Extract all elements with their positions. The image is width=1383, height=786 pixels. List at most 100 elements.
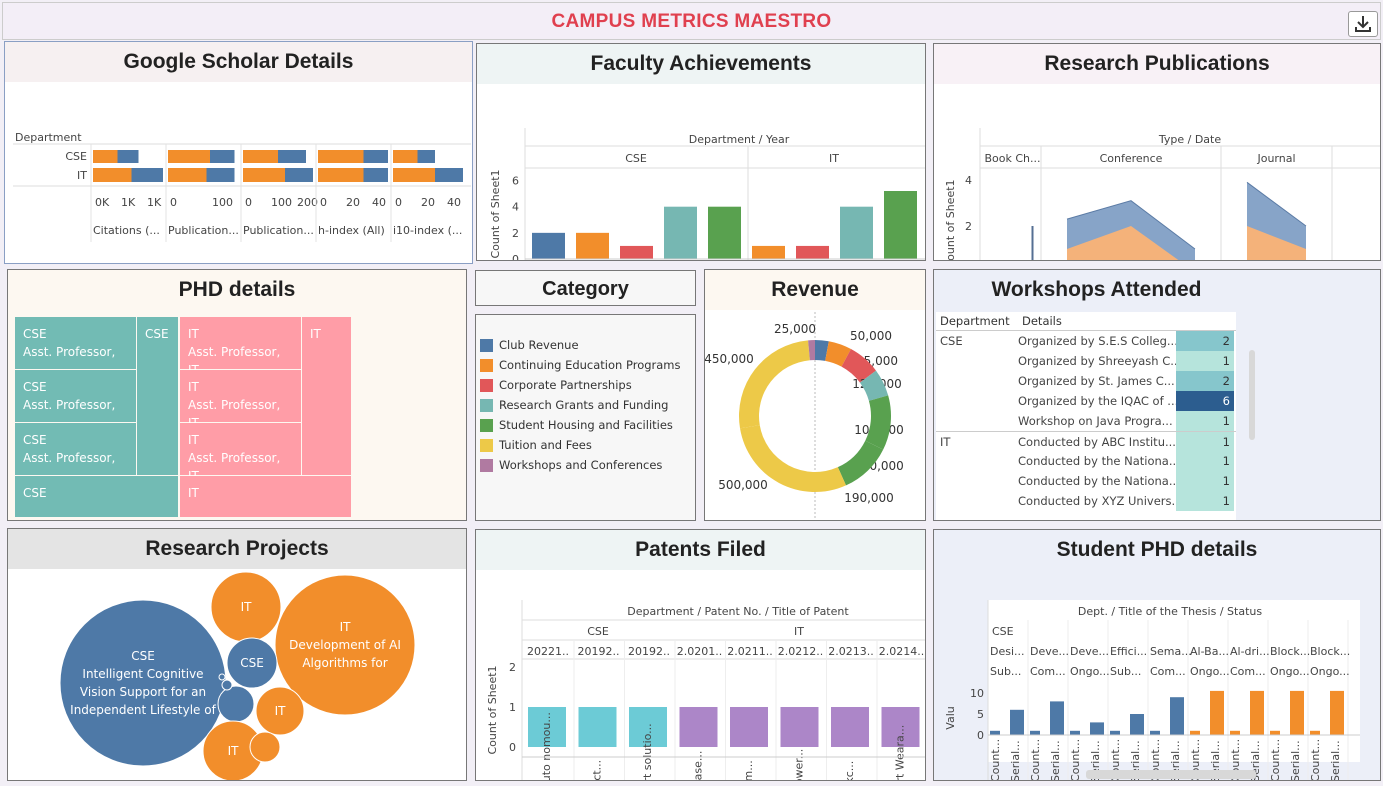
slice-label: 450,000 xyxy=(705,352,754,366)
download-button[interactable] xyxy=(1348,11,1378,37)
legend-item[interactable]: Student Housing and Facilities xyxy=(480,415,681,435)
phd-tile[interactable]: IT xyxy=(180,476,351,517)
phd-tile[interactable]: CSE Asst. Professor, xyxy=(15,317,136,369)
panel-title: Workshops Attended xyxy=(991,278,1202,301)
table-row[interactable]: Conducted by XYZ Univers... 1 xyxy=(936,491,1236,511)
legend-item[interactable]: Tuition and Fees xyxy=(480,435,681,455)
phd-tile[interactable]: CSE xyxy=(15,476,178,517)
tick-label: 200 xyxy=(297,196,318,209)
phd-tile[interactable]: ITAsst. Professor, IT xyxy=(180,317,301,377)
tile-dept: CSE xyxy=(23,380,47,394)
bar xyxy=(884,191,917,259)
table-row[interactable]: Workshop on Java Progra... 1 xyxy=(936,411,1236,431)
dept-cell xyxy=(936,351,1018,371)
patents-panel: Patents Filed Department / Patent No. / … xyxy=(475,529,926,781)
legend-item[interactable]: Research Grants and Funding xyxy=(480,395,681,415)
legend-item[interactable]: Workshops and Conferences xyxy=(480,455,681,475)
table-row[interactable]: CSE Organized by S.E.S Colleg... 2 xyxy=(936,331,1236,351)
table-row[interactable]: Conducted by the Nationa... 1 xyxy=(936,471,1236,491)
y-tick: 0 xyxy=(509,741,516,754)
table-row[interactable]: Organized by the IQAC of ... 6 xyxy=(936,391,1236,411)
bar xyxy=(679,707,718,747)
thesis-label: Deve... xyxy=(1070,645,1109,658)
table-row[interactable]: Organized by St. James C... 2 xyxy=(936,371,1236,391)
legend-item[interactable]: Corporate Partnerships xyxy=(480,375,681,395)
tick-label: 20 xyxy=(421,196,435,209)
bar-cse xyxy=(210,150,235,163)
value-cell: 6 xyxy=(1176,391,1234,411)
panel-title: Research Publications xyxy=(934,44,1380,84)
x-tick: Count... xyxy=(1069,739,1082,781)
legend-item[interactable]: Continuing Education Programs xyxy=(480,355,681,375)
bar-count xyxy=(1110,730,1120,735)
detail-cell: Conducted by the Nationa... xyxy=(1018,474,1176,488)
thesis-label: Effici... xyxy=(1110,645,1147,658)
phd-tile[interactable]: ITAsst. Professor, IT xyxy=(180,370,301,430)
tile-role: Asst. Professor, xyxy=(23,345,116,359)
thesis-label: Block... xyxy=(1310,645,1350,658)
bar-cse xyxy=(393,150,418,163)
phd-tile[interactable]: ITAsst. Professor, IT xyxy=(180,423,301,483)
bar-it xyxy=(363,168,388,182)
phd-tile[interactable]: CSE Asst. Professor, xyxy=(15,370,136,422)
bubble xyxy=(218,673,226,681)
tile-dept: IT xyxy=(188,327,199,341)
detail-cell: Organized by S.E.S Colleg... xyxy=(1018,334,1176,348)
panel-title: Research Projects xyxy=(8,529,466,569)
patent-no: 20221.. xyxy=(527,645,569,658)
bubble-label: Vision Support for an xyxy=(80,685,206,699)
panel-title: PHD details xyxy=(178,278,296,301)
dept-cell xyxy=(936,371,1018,391)
phd-tile[interactable]: CSE Asst. Professor, xyxy=(15,423,136,475)
bubble-label: Development of AI xyxy=(289,638,401,652)
y-tick: 0 xyxy=(512,253,519,261)
group-label: IT xyxy=(794,625,804,638)
legend-swatch xyxy=(480,458,493,472)
workshops-scrollbar[interactable] xyxy=(1249,350,1255,440)
y-tick: 4 xyxy=(965,174,972,187)
table-row[interactable]: IT Conducted by ABC Institu... 1 xyxy=(936,431,1236,451)
dept-cell xyxy=(936,411,1018,431)
panel-title: Revenue xyxy=(705,270,925,310)
table-row[interactable]: Organized by Shreeyash C... 1 xyxy=(936,351,1236,371)
detail-cell: Organized by the IQAC of ... xyxy=(1018,394,1176,408)
y-tick: 5 xyxy=(977,708,984,721)
patent-no: 20192.. xyxy=(628,645,670,658)
patent-no: 2.0214.. xyxy=(879,645,924,658)
bubble xyxy=(217,685,255,723)
bar-count xyxy=(990,730,1000,735)
thesis-label: Al-dri... xyxy=(1230,645,1270,658)
bar-it xyxy=(168,168,207,182)
table-row[interactable]: Conducted by the Nationa... 1 xyxy=(936,451,1236,471)
panel-title: Faculty Achievements xyxy=(477,44,925,84)
legend-label: Corporate Partnerships xyxy=(499,378,632,392)
tick-label: 100 xyxy=(271,196,292,209)
legend-swatch xyxy=(480,438,493,452)
phd-tile[interactable]: IT xyxy=(302,317,351,475)
bubble xyxy=(59,599,227,767)
x-tick: AI-power... xyxy=(793,749,806,781)
bar-cse xyxy=(243,150,278,163)
legend-item[interactable]: Club Revenue xyxy=(480,335,681,355)
y-tick: 2 xyxy=(509,661,516,674)
status-label: Com... xyxy=(1030,665,1066,678)
publications-chart: Type / DateCount of Sheet1420Book Ch...2… xyxy=(944,128,1380,260)
horizontal-scrollbar[interactable] xyxy=(1086,770,1256,779)
y-axis-title: Count of Sheet1 xyxy=(489,169,502,258)
bar xyxy=(578,707,617,747)
legend-swatch xyxy=(480,378,493,392)
legend-label: Workshops and Conferences xyxy=(499,458,663,472)
bar-count xyxy=(1070,730,1080,735)
patent-no: 2.0201.. xyxy=(677,645,722,658)
value-cell: 1 xyxy=(1176,432,1234,451)
patent-no: 2.0213.. xyxy=(828,645,873,658)
legend-label: Student Housing and Facilities xyxy=(499,418,673,432)
bubble-label: IT xyxy=(228,744,240,758)
bar-it xyxy=(435,168,463,182)
bar-serial xyxy=(1090,722,1104,735)
status-label: Sub... xyxy=(1110,665,1141,678)
bar-cse xyxy=(93,150,118,163)
phd-tile[interactable]: CSE xyxy=(137,317,178,475)
patent-no: 2.0212.. xyxy=(778,645,823,658)
x-tick: Count... xyxy=(1269,739,1282,781)
